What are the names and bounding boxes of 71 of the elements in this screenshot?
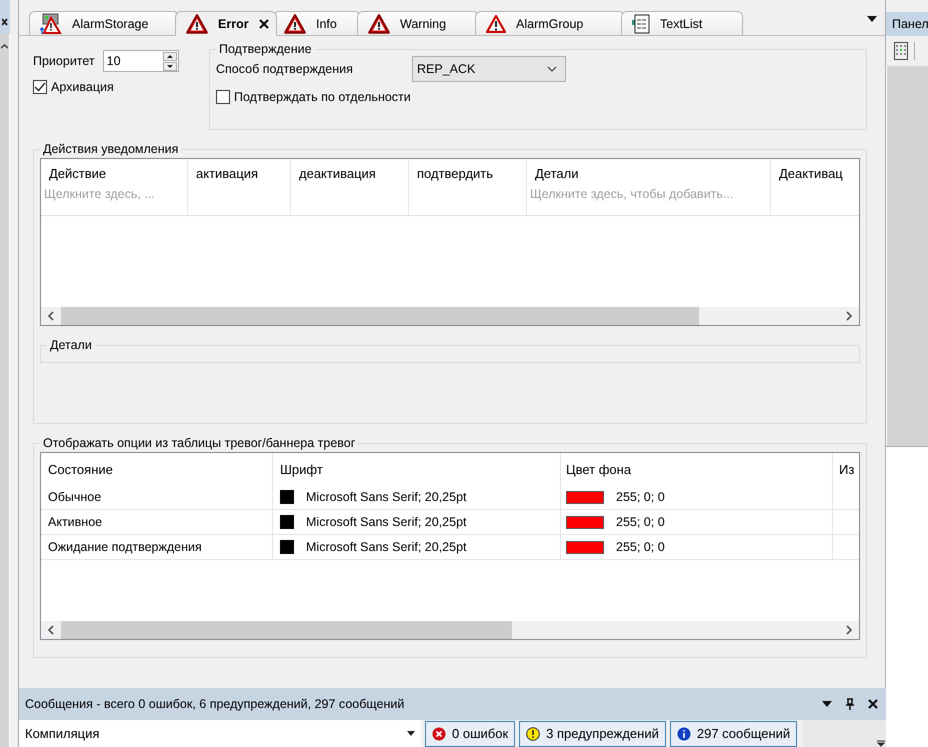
archive-label: Архивация bbox=[51, 80, 114, 94]
editor-tab[interactable]: Warning bbox=[357, 11, 479, 35]
column-header[interactable]: Детали bbox=[535, 166, 762, 181]
filter-button[interactable]: 3 предупреждений bbox=[519, 720, 666, 746]
source-dropdown[interactable]: Компиляция bbox=[19, 720, 421, 747]
warning-icon bbox=[186, 14, 208, 34]
table-cell: 255; 0; 0 bbox=[616, 515, 665, 529]
table-cell: 255; 0; 0 bbox=[616, 490, 665, 504]
editor-tab[interactable]: Error bbox=[175, 11, 277, 36]
editor-tab[interactable]: AlarmGroup bbox=[475, 11, 625, 35]
table-cell: Ожидание подтверждения bbox=[48, 540, 202, 554]
method-dropdown[interactable]: REP_ACK bbox=[412, 56, 566, 82]
dropdown-icon[interactable] bbox=[822, 701, 832, 707]
group-title: Детали bbox=[49, 338, 93, 352]
warning-icon bbox=[284, 14, 306, 34]
document-icon bbox=[632, 14, 650, 34]
storage-icon bbox=[40, 12, 62, 34]
pin-icon[interactable] bbox=[846, 698, 854, 710]
close-icon[interactable] bbox=[868, 699, 878, 709]
column-header[interactable]: Состояние bbox=[48, 462, 113, 476]
column-header[interactable]: Из bbox=[839, 462, 854, 476]
messages-title: Сообщения - всего 0 ошибок, 6 предупреждений, 297 сообщений bbox=[25, 697, 406, 711]
table-cell: Обычное bbox=[48, 490, 102, 504]
editor-tab[interactable]: Info bbox=[273, 11, 361, 35]
priority-spinbox[interactable]: 10 bbox=[102, 50, 179, 72]
group-title: Отображать опции из таблицы тревог/баннера тревог bbox=[42, 436, 356, 450]
separate-label: Подтверждать по отдельности bbox=[234, 90, 411, 104]
column-header[interactable]: подтвердить bbox=[417, 166, 518, 181]
close-icon[interactable] bbox=[258, 19, 269, 29]
filter-button[interactable]: 297 сообщений bbox=[670, 720, 798, 746]
column-header[interactable]: деактивация bbox=[299, 166, 400, 181]
priority-label: Приоритет bbox=[33, 54, 95, 68]
column-header[interactable]: Действие bbox=[49, 166, 179, 181]
chevron-icon bbox=[547, 66, 557, 72]
column-header[interactable]: активация bbox=[196, 166, 282, 181]
caret-icon[interactable] bbox=[1, 44, 8, 49]
scroll-left-icon[interactable] bbox=[47, 625, 55, 635]
warning-icon bbox=[486, 14, 506, 32]
dropdown-icon bbox=[407, 731, 415, 736]
error-icon bbox=[432, 726, 446, 740]
warning-icon bbox=[526, 726, 540, 740]
separate-checkbox[interactable] bbox=[216, 90, 230, 104]
group-title: Действия уведомления bbox=[42, 142, 180, 156]
archive-checkbox[interactable] bbox=[33, 80, 47, 94]
editor-tab[interactable]: AlarmStorage bbox=[29, 11, 179, 35]
increment-icon[interactable] bbox=[162, 52, 177, 60]
table-cell: Активное bbox=[48, 515, 102, 529]
table-cell: Microsoft Sans Serif; 20,25pt bbox=[306, 540, 466, 554]
scroll-left-icon[interactable] bbox=[47, 311, 55, 321]
column-header[interactable]: Деактивац bbox=[779, 166, 851, 181]
warning-icon bbox=[368, 14, 390, 34]
scroll-right-icon[interactable] bbox=[845, 625, 853, 635]
close-icon[interactable] bbox=[2, 18, 8, 26]
table-cell: Microsoft Sans Serif; 20,25pt bbox=[306, 515, 466, 529]
info-icon bbox=[676, 726, 691, 740]
grid-icon[interactable] bbox=[894, 42, 908, 60]
panel-title[interactable]: Панел bbox=[886, 12, 928, 36]
column-header[interactable]: Шрифт bbox=[280, 462, 323, 476]
table-cell: Microsoft Sans Serif; 20,25pt bbox=[306, 490, 466, 504]
scroll-right-icon[interactable] bbox=[845, 311, 853, 321]
editor-tab[interactable]: TextList bbox=[621, 11, 743, 35]
horizontal-scrollbar[interactable] bbox=[41, 307, 859, 325]
decrement-icon[interactable] bbox=[162, 62, 177, 70]
horizontal-scrollbar[interactable] bbox=[41, 621, 859, 639]
dropdown-icon[interactable] bbox=[867, 16, 877, 22]
method-label: Способ подтверждения bbox=[216, 62, 354, 76]
filter-button[interactable]: 0 ошибок bbox=[425, 720, 516, 746]
overflow-icon[interactable] bbox=[876, 739, 886, 747]
column-header[interactable]: Цвет фона bbox=[566, 462, 632, 476]
group-title: Подтверждение bbox=[218, 42, 313, 56]
table-cell: 255; 0; 0 bbox=[616, 540, 665, 554]
